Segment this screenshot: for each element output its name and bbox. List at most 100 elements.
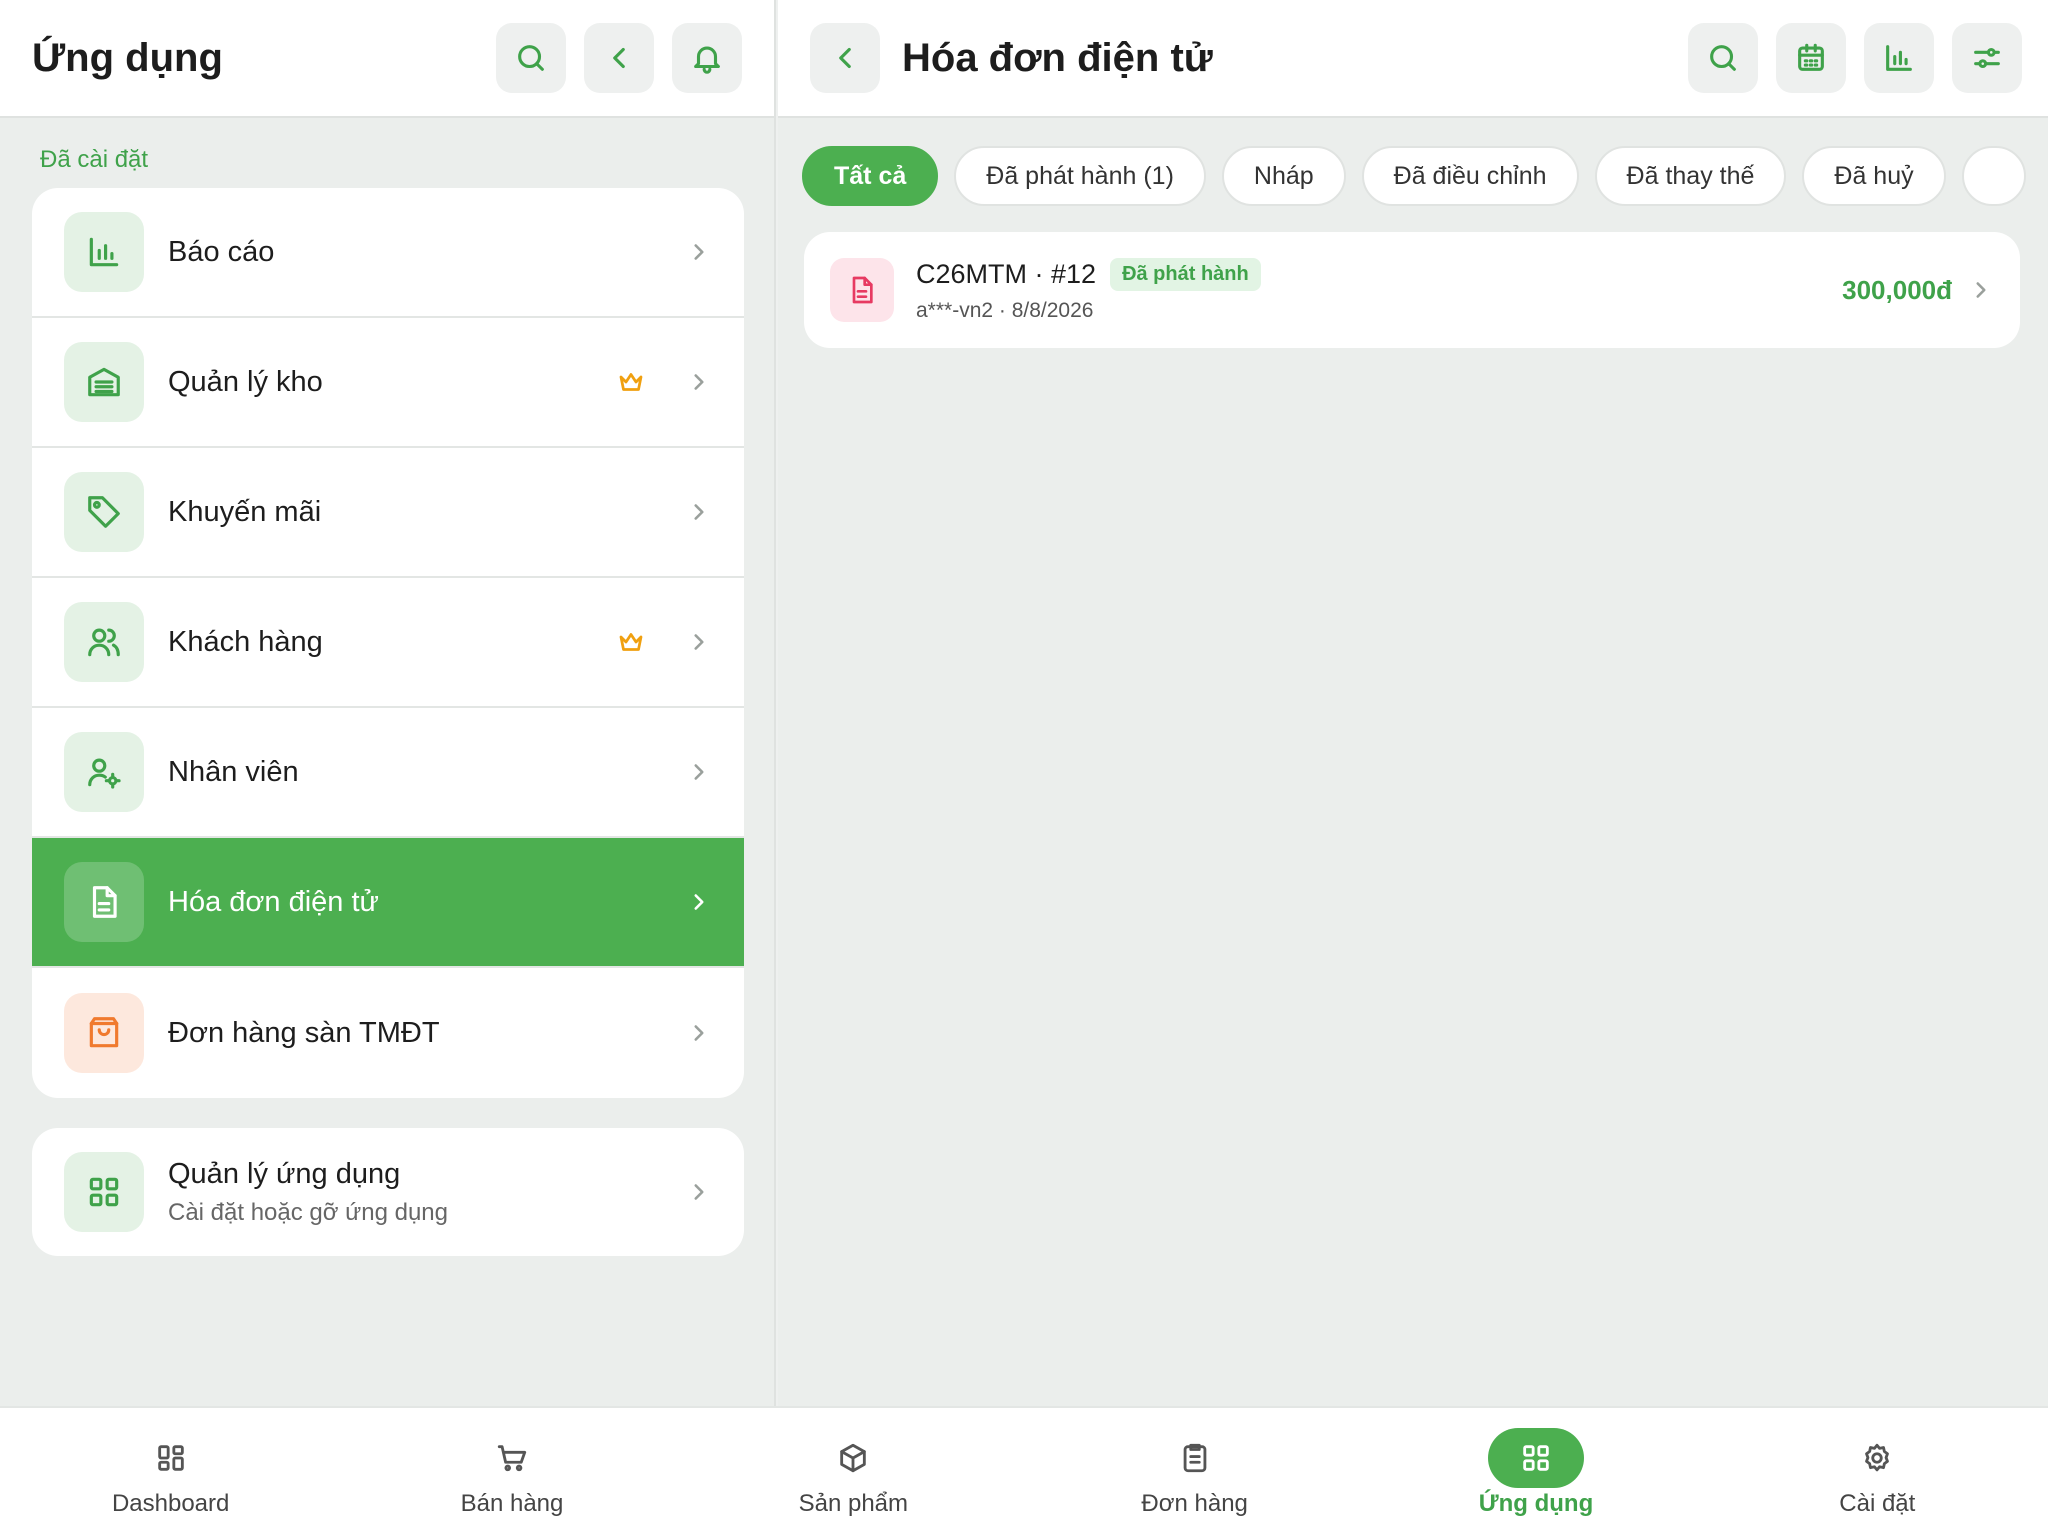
tab-cancelled[interactable]: Đã huỷ	[1802, 146, 1946, 206]
page-title: Hóa đơn điện tử	[902, 35, 1213, 80]
nav-orders[interactable]: Đơn hàng	[1024, 1408, 1365, 1536]
tag-icon	[88, 496, 120, 528]
nav-sales[interactable]: Bán hàng	[341, 1408, 682, 1536]
report-button[interactable]	[1864, 23, 1934, 93]
nav-apps[interactable]: Ứng dụng	[1365, 1408, 1706, 1536]
app-item-label: Hóa đơn điện tử	[168, 885, 379, 918]
nav-dashboard[interactable]: Dashboard	[0, 1408, 341, 1536]
crown-icon	[616, 627, 646, 657]
manage-apps-subtitle: Cài đặt hoặc gỡ ứng dụng	[168, 1198, 448, 1226]
invoice-amount: 300,000đ	[1842, 274, 1952, 305]
chevron-right-icon	[686, 759, 712, 785]
app-item-label: Khách hàng	[168, 625, 323, 658]
app-item-marketplace-orders[interactable]: Đơn hàng sàn TMĐT	[32, 968, 744, 1098]
crown-icon	[616, 367, 646, 397]
nav-settings[interactable]: Cài đặt	[1707, 1408, 2048, 1536]
nav-label: Cài đặt	[1839, 1490, 1916, 1517]
app-item-promotions[interactable]: Khuyến mãi	[32, 448, 744, 578]
bell-icon	[694, 46, 720, 74]
section-label: Đã cài đặt	[40, 146, 149, 173]
nav-icon-wrap	[1147, 1428, 1243, 1488]
app-icon-box	[64, 1152, 144, 1232]
app-item-e-invoice[interactable]: Hóa đơn điện tử	[32, 838, 744, 968]
user-gear-icon	[88, 758, 121, 789]
invoice-text: C26MTM · #12 Đã phát hành a***-vn2 · 8/8…	[916, 257, 1842, 323]
bottom-nav: Dashboard Bán hàng Sản phẩm Đơn hàng Ứng…	[0, 1406, 2048, 1536]
app-item-staff[interactable]: Nhân viên	[32, 708, 744, 838]
nav-label: Ứng dụng	[1478, 1490, 1594, 1517]
nav-label: Sản phẩm	[798, 1490, 909, 1517]
app-icon-box	[64, 212, 144, 292]
app-item-inventory[interactable]: Quản lý kho	[32, 318, 744, 448]
clipboard-icon	[1183, 1443, 1206, 1473]
search-button[interactable]	[1688, 23, 1758, 93]
app-item-customers[interactable]: Khách hàng	[32, 578, 744, 708]
invoice-meta: a***-vn2 · 8/8/2026	[916, 298, 1094, 322]
manage-apps-item[interactable]: Quản lý ứng dụng Cài đặt hoặc gỡ ứng dụn…	[32, 1128, 744, 1256]
box-icon	[840, 1443, 867, 1473]
nav-label: Dashboard	[111, 1490, 230, 1517]
apps-grid-icon	[89, 1177, 119, 1207]
app-item-label: Nhân viên	[168, 755, 299, 788]
document-icon	[852, 276, 873, 304]
chevron-right-icon	[686, 1020, 712, 1046]
chevron-left-icon	[613, 47, 625, 69]
status-tabs: Tất cả Đã phát hành (1) Nháp Đã điều chỉ…	[778, 118, 2048, 208]
tab-more[interactable]	[1961, 146, 2026, 206]
app-icon-box	[64, 472, 144, 552]
nav-icon-wrap	[1487, 1428, 1584, 1488]
search-icon	[518, 45, 544, 71]
warehouse-icon	[88, 367, 120, 397]
app-icon-box	[64, 342, 144, 422]
invoice-code: C26MTM · #12	[916, 258, 1097, 289]
installed-apps-list: Báo cáo Quản lý kho Khuyến mãi Khách hàn…	[32, 188, 744, 1098]
shopping-bag-icon	[89, 1017, 119, 1048]
search-icon	[1710, 45, 1736, 71]
page-title: Ứng dụng	[32, 35, 223, 80]
nav-icon-wrap	[1829, 1428, 1925, 1488]
app-icon-box	[64, 993, 144, 1073]
calendar-button[interactable]	[1776, 23, 1846, 93]
chevron-right-icon	[686, 239, 712, 265]
tab-issued[interactable]: Đã phát hành (1)	[954, 146, 1206, 206]
back-button[interactable]	[584, 23, 654, 93]
tab-replaced[interactable]: Đã thay thế	[1594, 146, 1787, 206]
cart-icon	[497, 1445, 527, 1472]
apps-icon	[1523, 1445, 1549, 1471]
nav-products[interactable]: Sản phẩm	[683, 1408, 1024, 1536]
app-icon-box	[64, 732, 144, 812]
app-item-label: Khuyến mãi	[168, 495, 322, 528]
app-item-label: Báo cáo	[168, 235, 275, 268]
chevron-right-icon	[686, 1179, 712, 1205]
search-button[interactable]	[496, 23, 566, 93]
invoice-icon-box	[830, 258, 894, 322]
invoice-list-item[interactable]: C26MTM · #12 Đã phát hành a***-vn2 · 8/8…	[804, 232, 2020, 348]
nav-label: Bán hàng	[460, 1490, 564, 1517]
calendar-icon	[1798, 43, 1824, 71]
app-item-label: Quản lý kho	[168, 365, 323, 398]
nav-icon-wrap	[805, 1428, 901, 1488]
app-icon-box	[64, 602, 144, 682]
tab-draft[interactable]: Nháp	[1221, 146, 1346, 206]
app-item-label: Đơn hàng sàn TMĐT	[168, 1016, 440, 1049]
status-badge: Đã phát hành	[1110, 257, 1261, 291]
bar-chart-icon	[89, 237, 119, 267]
nav-icon-wrap	[123, 1428, 219, 1488]
chevron-right-icon	[686, 629, 712, 655]
tab-adjusted[interactable]: Đã điều chỉnh	[1361, 146, 1579, 206]
sliders-icon	[1974, 47, 2000, 69]
nav-icon-wrap	[464, 1428, 560, 1488]
app-item-reports[interactable]: Báo cáo	[32, 188, 744, 318]
chevron-right-icon	[686, 369, 712, 395]
tab-all[interactable]: Tất cả	[802, 146, 939, 206]
invoice-title-row: C26MTM · #12 Đã phát hành	[916, 257, 1842, 291]
e-invoice-panel: Hóa đơn điện tử Tất cả Đã phát hành (1) …	[778, 0, 2048, 1406]
apps-panel: Ứng dụng Đã cài đặt Báo cáo Quản lý kho	[0, 0, 776, 1406]
chevron-right-icon	[686, 499, 712, 525]
back-button[interactable]	[810, 23, 880, 93]
manage-apps-title: Quản lý ứng dụng	[168, 1157, 401, 1190]
apps-header: Ứng dụng	[0, 0, 774, 118]
filter-button[interactable]	[1952, 23, 2022, 93]
bar-chart-icon	[1886, 45, 1912, 71]
notifications-button[interactable]	[672, 23, 742, 93]
